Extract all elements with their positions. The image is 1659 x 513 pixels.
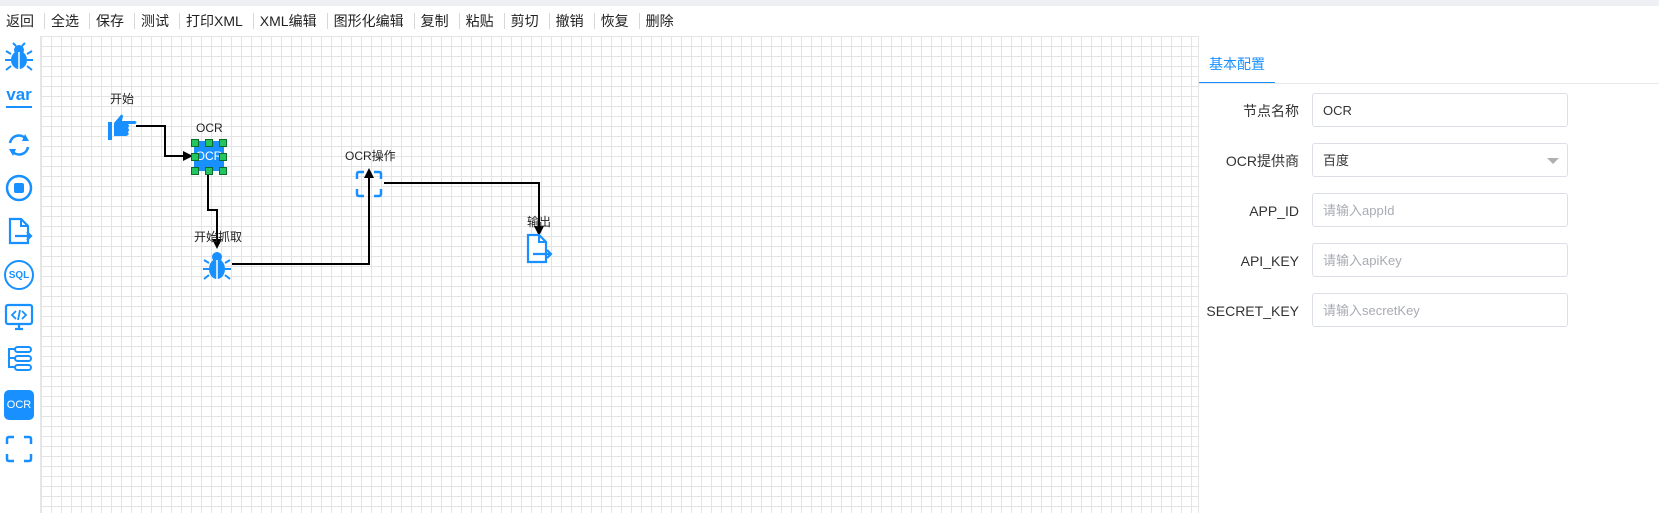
- node-name-input[interactable]: OCR: [1312, 93, 1568, 127]
- edge-start-to-ocr[interactable]: [136, 125, 193, 161]
- form-row-node-name: 节点名称 OCR: [1199, 93, 1659, 129]
- edge-ocr-op-to-output[interactable]: [384, 182, 544, 236]
- node-crawl[interactable]: [202, 249, 232, 281]
- flow-canvas[interactable]: 开始 OCR OCR 开始抓取 OCR操作 输出: [41, 36, 1198, 513]
- palette-loop[interactable]: [2, 128, 36, 162]
- pointing-hand-icon: [108, 114, 137, 140]
- palette-spider[interactable]: [2, 40, 36, 74]
- print-xml-button[interactable]: 打印XML: [180, 13, 254, 29]
- palette-stop[interactable]: [2, 171, 36, 205]
- xml-edit-button[interactable]: XML编辑: [254, 13, 328, 29]
- selection-handle[interactable]: [191, 167, 199, 175]
- node-label-output: 输出: [527, 215, 552, 229]
- ocr-provider-value: 百度: [1323, 153, 1350, 168]
- ocr-provider-select[interactable]: 百度: [1312, 143, 1568, 177]
- palette-sql[interactable]: SQL: [2, 258, 36, 292]
- node-label-ocr: OCR: [196, 121, 223, 135]
- undo-button[interactable]: 撤销: [550, 13, 595, 29]
- process-icon: [8, 346, 32, 371]
- form-row-api-key: API_KEY 请输入apiKey: [1199, 243, 1659, 279]
- selection-handle[interactable]: [205, 139, 213, 147]
- api-key-input[interactable]: 请输入apiKey: [1312, 243, 1568, 277]
- node-name-label: 节点名称: [1243, 103, 1299, 119]
- form-row-secret-key: SECRET_KEY 请输入secretKey: [1199, 293, 1659, 329]
- selection-handle[interactable]: [191, 153, 199, 161]
- scan-icon: [355, 170, 383, 198]
- app-id-input[interactable]: 请输入appId: [1312, 193, 1568, 227]
- tab-basic-config[interactable]: 基本配置: [1199, 46, 1275, 84]
- edge-crawl-to-ocr-op[interactable]: [232, 168, 374, 265]
- selection-handle[interactable]: [219, 167, 227, 175]
- bug-icon: [203, 252, 231, 280]
- node-label-ocr-op: OCR操作: [345, 149, 396, 163]
- variable-icon: var: [6, 86, 32, 108]
- node-label-crawl: 开始抓取: [194, 230, 243, 244]
- properties-panel: 基本配置 节点名称 OCR OCR提供商 百度 APP_ID 请输入appId …: [1198, 36, 1659, 513]
- node-ocr-op[interactable]: [354, 169, 384, 199]
- toolbar: 返回 全选 保存 测试 打印XML XML编辑 图形化编辑 复制 粘贴 剪切 撤…: [0, 6, 1659, 36]
- sql-icon: SQL: [4, 260, 34, 290]
- output-file-icon: [8, 217, 33, 245]
- api-key-label: API_KEY: [1240, 253, 1299, 269]
- secret-key-input[interactable]: 请输入secretKey: [1312, 293, 1568, 327]
- app-id-label: APP_ID: [1249, 203, 1299, 219]
- code-monitor-icon: [4, 303, 34, 331]
- redo-button[interactable]: 恢复: [595, 13, 640, 29]
- tab-divider: [1199, 83, 1659, 84]
- selection-handle[interactable]: [205, 167, 213, 175]
- select-all-button[interactable]: 全选: [45, 13, 90, 29]
- chevron-down-icon: [1547, 158, 1559, 164]
- paste-button[interactable]: 粘贴: [460, 13, 505, 29]
- form-row-ocr-provider: OCR提供商 百度: [1199, 143, 1659, 179]
- palette-ocr-operation[interactable]: [2, 432, 36, 466]
- node-output[interactable]: [524, 233, 554, 265]
- node-start[interactable]: [106, 110, 138, 142]
- copy-button[interactable]: 复制: [415, 13, 460, 29]
- ocr-provider-label: OCR提供商: [1225, 153, 1299, 169]
- form-row-app-id: APP_ID 请输入appId: [1199, 193, 1659, 229]
- graphical-edit-button[interactable]: 图形化编辑: [328, 13, 415, 29]
- selection-handle[interactable]: [219, 153, 227, 161]
- delete-button[interactable]: 删除: [640, 13, 684, 29]
- loop-icon: [8, 134, 30, 156]
- secret-key-label: SECRET_KEY: [1206, 303, 1299, 319]
- node-label-start: 开始: [110, 92, 135, 106]
- ocr-icon: OCR: [4, 390, 34, 420]
- palette-variable[interactable]: var: [2, 80, 36, 114]
- node-palette: var SQL OCR: [0, 36, 41, 513]
- palette-ocr[interactable]: OCR: [2, 388, 36, 422]
- palette-code[interactable]: [2, 300, 36, 334]
- test-button[interactable]: 测试: [135, 13, 180, 29]
- cut-button[interactable]: 剪切: [505, 13, 550, 29]
- selection-handle[interactable]: [191, 139, 199, 147]
- bug-icon: [5, 42, 33, 71]
- stop-icon: [5, 174, 33, 202]
- scan-icon: [5, 435, 33, 463]
- palette-output[interactable]: [2, 214, 36, 248]
- selection-handle[interactable]: [219, 139, 227, 147]
- output-file-icon: [526, 233, 553, 264]
- back-button[interactable]: 返回: [0, 13, 45, 29]
- save-button[interactable]: 保存: [90, 13, 135, 29]
- palette-process[interactable]: [2, 342, 36, 376]
